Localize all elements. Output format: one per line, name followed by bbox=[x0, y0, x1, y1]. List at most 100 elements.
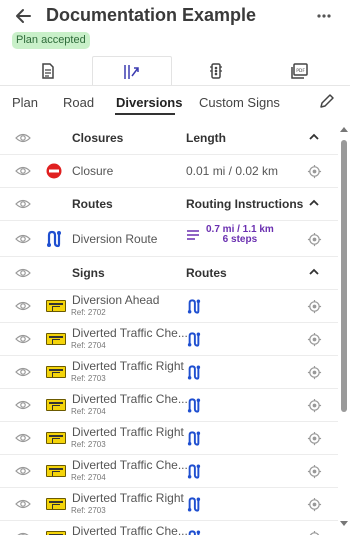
chevron-up-icon[interactable] bbox=[308, 197, 320, 209]
tab-pdf[interactable]: PDF bbox=[260, 56, 340, 86]
locate-icon[interactable] bbox=[307, 299, 322, 314]
tab-diversions[interactable]: Diversions bbox=[116, 95, 182, 110]
tab-signal[interactable] bbox=[176, 56, 256, 86]
sign-ref: Ref: 2704 bbox=[71, 341, 106, 350]
chevron-up-icon[interactable] bbox=[308, 131, 320, 143]
eye-icon[interactable] bbox=[15, 132, 31, 144]
eye-icon[interactable] bbox=[15, 333, 31, 345]
scrollbar-thumb[interactable] bbox=[341, 140, 347, 412]
eye-icon[interactable] bbox=[15, 531, 31, 535]
active-tab-indicator bbox=[115, 113, 175, 115]
road-sign-icon bbox=[46, 531, 66, 535]
closures-title: Closures bbox=[72, 131, 124, 145]
closure-name: Closure bbox=[72, 164, 114, 178]
sign-ref: Ref: 2703 bbox=[71, 440, 106, 449]
list-lines-icon bbox=[187, 230, 199, 240]
locate-icon[interactable] bbox=[307, 332, 322, 347]
sign-name: Diverted Traffic Che... bbox=[72, 326, 188, 340]
tab-plan[interactable]: Plan bbox=[12, 95, 38, 110]
sign-name: Diverted Traffic Right bbox=[72, 359, 184, 373]
road-sign-icon bbox=[46, 399, 66, 411]
road-sign-icon bbox=[46, 432, 66, 444]
chevron-up-icon[interactable] bbox=[308, 266, 320, 278]
signs-header: Signs Routes bbox=[0, 257, 338, 290]
diversion-route-icon bbox=[187, 299, 201, 314]
eye-icon[interactable] bbox=[15, 465, 31, 477]
locate-icon[interactable] bbox=[307, 164, 322, 179]
closures-header: Closures Length bbox=[0, 122, 338, 155]
sign-ref: Ref: 2703 bbox=[71, 506, 106, 515]
eye-icon[interactable] bbox=[15, 498, 31, 510]
eye-icon[interactable] bbox=[15, 267, 31, 279]
locate-icon[interactable] bbox=[307, 431, 322, 446]
eye-icon[interactable] bbox=[15, 300, 31, 312]
locate-icon[interactable] bbox=[307, 464, 322, 479]
diversion-route-icon bbox=[187, 365, 201, 380]
more-vertical-icon[interactable] bbox=[316, 6, 332, 26]
sign-ref: Ref: 2704 bbox=[71, 407, 106, 416]
diversion-route-icon bbox=[188, 530, 201, 535]
scroll-down-arrow[interactable] bbox=[340, 521, 348, 526]
road-sign-icon bbox=[46, 300, 66, 312]
page-title: Documentation Example bbox=[46, 5, 257, 25]
sign-row[interactable]: Diverted Traffic Right Ref: 2703 bbox=[0, 422, 338, 455]
sign-name: Diverted Traffic Che... bbox=[72, 458, 188, 472]
road-sign-icon bbox=[46, 465, 66, 477]
diversion-list: Closures Length Closure 0.01 mi / 0.02 k… bbox=[0, 121, 338, 535]
sign-ref: Ref: 2704 bbox=[71, 473, 106, 482]
locate-icon[interactable] bbox=[307, 365, 322, 380]
sign-row[interactable]: Diverted Traffic Che... Ref: 2704 bbox=[0, 323, 338, 356]
sign-name: Diverted Traffic Right bbox=[72, 491, 184, 505]
traffic-plan-icon bbox=[124, 64, 139, 79]
locate-icon[interactable] bbox=[307, 398, 322, 413]
diversion-route-row[interactable]: Diversion Route 0.7 mi / 1.1 km 6 steps bbox=[0, 221, 338, 257]
road-sign-icon bbox=[46, 333, 66, 345]
document-icon bbox=[42, 63, 54, 79]
closure-length: 0.01 mi / 0.02 km bbox=[186, 164, 279, 178]
sign-row[interactable]: Diversion Ahead Ref: 2702 bbox=[0, 290, 338, 323]
diversion-route-icon bbox=[187, 464, 201, 479]
eye-icon[interactable] bbox=[15, 165, 31, 177]
routes-title: Routes bbox=[72, 197, 113, 211]
sign-row[interactable]: Diverted Traffic Right Ref: 2703 bbox=[0, 488, 338, 521]
sub-tab-bar: Plan Road Diversions Custom Signs bbox=[0, 86, 350, 116]
signs-title: Signs bbox=[72, 266, 105, 280]
sign-row[interactable]: Diverted Traffic Che... Ref: 2704 bbox=[0, 455, 338, 488]
route-name: Diversion Route bbox=[72, 232, 158, 246]
sign-name: Diversion Ahead bbox=[72, 293, 160, 307]
sign-name: Diverted Traffic Che... bbox=[72, 392, 188, 406]
tab-traffic-plan[interactable] bbox=[92, 56, 172, 86]
locate-icon[interactable] bbox=[307, 497, 322, 512]
app-header: Documentation Example bbox=[0, 0, 350, 32]
sign-row[interactable]: Diverted Traffic Che... Ref: 2704 bbox=[0, 389, 338, 422]
pencil-icon[interactable] bbox=[318, 92, 336, 110]
status-badge: Plan accepted bbox=[12, 32, 90, 49]
locate-icon[interactable] bbox=[307, 530, 322, 535]
no-entry-icon bbox=[46, 163, 62, 179]
closure-row[interactable]: Closure 0.01 mi / 0.02 km bbox=[0, 155, 338, 188]
sign-row[interactable]: Diverted Traffic Right Ref: 2703 bbox=[0, 356, 338, 389]
locate-icon[interactable] bbox=[307, 232, 322, 247]
routes-column-header: Routes bbox=[186, 266, 227, 280]
diversion-route-icon bbox=[187, 398, 201, 413]
tab-document[interactable] bbox=[8, 56, 88, 86]
routes-header: Routes Routing Instructions bbox=[0, 188, 338, 221]
tab-custom-signs[interactable]: Custom Signs bbox=[199, 95, 280, 110]
eye-icon[interactable] bbox=[15, 198, 31, 210]
back-arrow-icon[interactable] bbox=[14, 6, 34, 26]
eye-icon[interactable] bbox=[15, 233, 31, 245]
route-steps: 6 steps bbox=[222, 234, 258, 245]
sign-ref: Ref: 2703 bbox=[71, 374, 106, 383]
eye-icon[interactable] bbox=[15, 432, 31, 444]
eye-icon[interactable] bbox=[15, 366, 31, 378]
scroll-up-arrow[interactable] bbox=[340, 127, 348, 132]
routing-instructions-header: Routing Instructions bbox=[186, 197, 304, 211]
diversion-route-icon bbox=[187, 497, 201, 512]
diversion-route-icon bbox=[187, 431, 201, 446]
routing-instructions[interactable]: 0.7 mi / 1.1 km 6 steps bbox=[186, 225, 274, 245]
tab-road[interactable]: Road bbox=[63, 95, 94, 110]
sign-ref: Ref: 2702 bbox=[71, 308, 106, 317]
sign-name: Diverted Traffic Che... bbox=[72, 524, 188, 535]
sign-row[interactable]: Diverted Traffic Che... bbox=[0, 521, 338, 535]
eye-icon[interactable] bbox=[15, 399, 31, 411]
